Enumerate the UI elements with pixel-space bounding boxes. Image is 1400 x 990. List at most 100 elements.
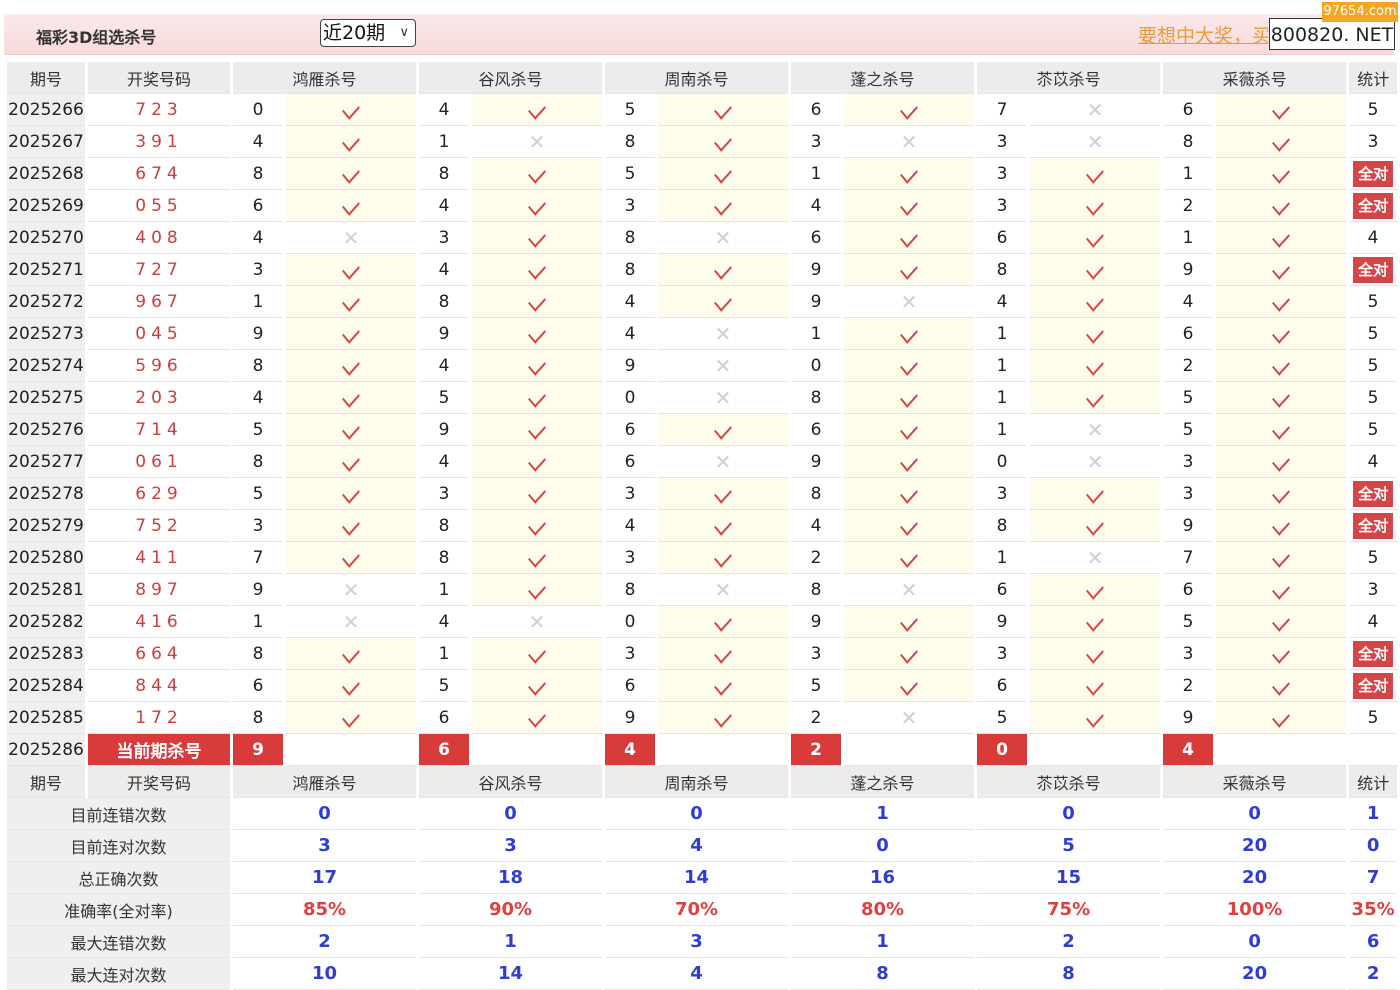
result-cell: ✕ — [286, 222, 417, 254]
check-icon — [1272, 418, 1291, 440]
result-cell — [844, 318, 975, 350]
kill-number-cell: 8 — [605, 126, 656, 158]
check-icon — [528, 418, 546, 440]
check-icon — [1086, 226, 1104, 248]
column-header: 蓬之杀号 — [791, 62, 975, 94]
kill-number-cell: 1 — [977, 318, 1028, 350]
check-icon — [528, 322, 546, 344]
summary-value: 10 — [233, 958, 417, 990]
check-icon — [900, 194, 918, 216]
kill-number-cell: 7 — [1163, 542, 1214, 574]
summary-value: 2 — [977, 926, 1161, 958]
kill-number-cell: 6 — [977, 574, 1028, 606]
cross-icon: ✕ — [714, 353, 732, 378]
table-row: 2025266 723 0 4 5 6 7 ✕ 6 5 — [7, 94, 1398, 126]
column-header: 采薇杀号 — [1163, 766, 1347, 798]
cross-icon: ✕ — [900, 705, 918, 730]
result-cell — [658, 190, 789, 222]
result-cell — [1216, 638, 1347, 670]
result-cell: ✕ — [1030, 126, 1161, 158]
result-cell — [1216, 478, 1347, 510]
result-cell — [472, 94, 603, 126]
all-correct-badge: 全对 — [1353, 256, 1394, 283]
result-cell — [1030, 190, 1161, 222]
summary-value: 90% — [419, 894, 603, 926]
kill-number-cell: 6 — [605, 414, 656, 446]
kill-number-cell: 4 — [419, 350, 470, 382]
check-icon — [1272, 578, 1291, 600]
site-banner[interactable]: 800820. NET — [1269, 18, 1395, 50]
table-row: 2025285 172 8 6 9 2 ✕ 5 9 5 — [7, 702, 1398, 734]
check-icon — [714, 514, 732, 536]
check-icon — [714, 674, 732, 696]
check-icon — [342, 482, 360, 504]
stat-cell: 5 — [1349, 286, 1398, 318]
kill-number-cell: 3 — [977, 478, 1028, 510]
check-icon — [528, 642, 546, 664]
check-icon — [342, 706, 360, 728]
kill-number-cell: 8 — [233, 702, 283, 734]
result-cell — [1030, 318, 1161, 350]
table-row: 2025267 391 4 1 ✕ 8 3 ✕ 3 ✕ 8 3 — [7, 126, 1398, 158]
result-cell — [1030, 606, 1161, 638]
kill-number-cell: 1 — [233, 286, 283, 318]
result-cell — [1216, 126, 1347, 158]
result-cell — [658, 414, 789, 446]
check-icon — [714, 610, 732, 632]
table-row: 2025275 203 4 5 0 ✕ 8 1 5 5 — [7, 382, 1398, 414]
cross-icon: ✕ — [900, 289, 918, 314]
check-icon — [900, 546, 918, 568]
check-icon — [900, 450, 918, 472]
draw-number-cell: 752 — [88, 510, 230, 542]
check-icon — [1086, 610, 1104, 632]
kill-number-cell: 3 — [419, 478, 470, 510]
kill-number-cell: 9 — [791, 606, 842, 638]
period-cell: 2025274 — [7, 350, 85, 382]
check-icon — [1086, 578, 1104, 600]
draw-number-cell: 391 — [88, 126, 230, 158]
result-cell — [1216, 190, 1347, 222]
draw-number-cell: 045 — [88, 318, 230, 350]
kill-number-cell: 5 — [1163, 606, 1214, 638]
check-icon — [900, 642, 918, 664]
current-period-row: 2025286 当前期杀号 9 6 4 2 0 4 — [7, 734, 1398, 766]
result-cell — [1030, 382, 1161, 414]
kill-number-cell: 2 — [1163, 350, 1214, 382]
column-header: 期号 — [7, 62, 85, 94]
stat-cell: 全对 — [1349, 670, 1398, 702]
summary-label: 准确率(全对率) — [7, 894, 230, 926]
summary-value: 1 — [791, 926, 975, 958]
promo-link[interactable]: 要想中大奖，买 — [1138, 21, 1268, 48]
summary-value: 6 — [1349, 926, 1398, 958]
summary-value: 15 — [977, 862, 1161, 894]
draw-number-cell: 408 — [88, 222, 230, 254]
kill-number-cell: 0 — [977, 446, 1028, 478]
kill-table: 期号 开奖号码 鸿雁杀号 谷风杀号 周南杀号 蓬之杀号 苶苡杀号 采薇杀号 统计 2025266… — [4, 62, 1400, 990]
all-correct-badge: 全对 — [1353, 192, 1394, 219]
period-cell: 2025266 — [7, 94, 85, 126]
summary-header: 期号 开奖号码 鸿雁杀号 谷风杀号 周南杀号 蓬之杀号 苶苡杀号 采薇杀号 统计 — [7, 766, 1398, 798]
kill-number-cell: 3 — [977, 638, 1028, 670]
kill-number-cell: 1 — [791, 158, 842, 190]
check-icon — [1272, 130, 1291, 152]
check-icon — [714, 258, 732, 280]
table-row: 2025277 061 8 4 6 ✕ 9 0 ✕ 3 4 — [7, 446, 1398, 478]
check-icon — [342, 354, 360, 376]
check-icon — [714, 130, 732, 152]
kill-number-cell: 3 — [791, 638, 842, 670]
cross-icon: ✕ — [900, 129, 918, 154]
kill-number-cell: 4 — [419, 254, 470, 286]
period-cell: 2025279 — [7, 510, 85, 542]
watermark: 97654.com — [1322, 2, 1398, 22]
period-select[interactable]: 近20期 ∨ — [320, 19, 416, 47]
check-icon — [714, 642, 732, 664]
current-kill-number: 4 — [605, 734, 656, 766]
kill-number-cell: 9 — [1163, 702, 1214, 734]
period-cell: 2025277 — [7, 446, 85, 478]
result-cell — [1216, 510, 1347, 542]
result-cell: ✕ — [844, 574, 975, 606]
kill-number-cell: 1 — [233, 606, 283, 638]
result-cell — [1216, 382, 1347, 414]
result-cell — [1216, 542, 1347, 574]
summary-value: 17 — [233, 862, 417, 894]
